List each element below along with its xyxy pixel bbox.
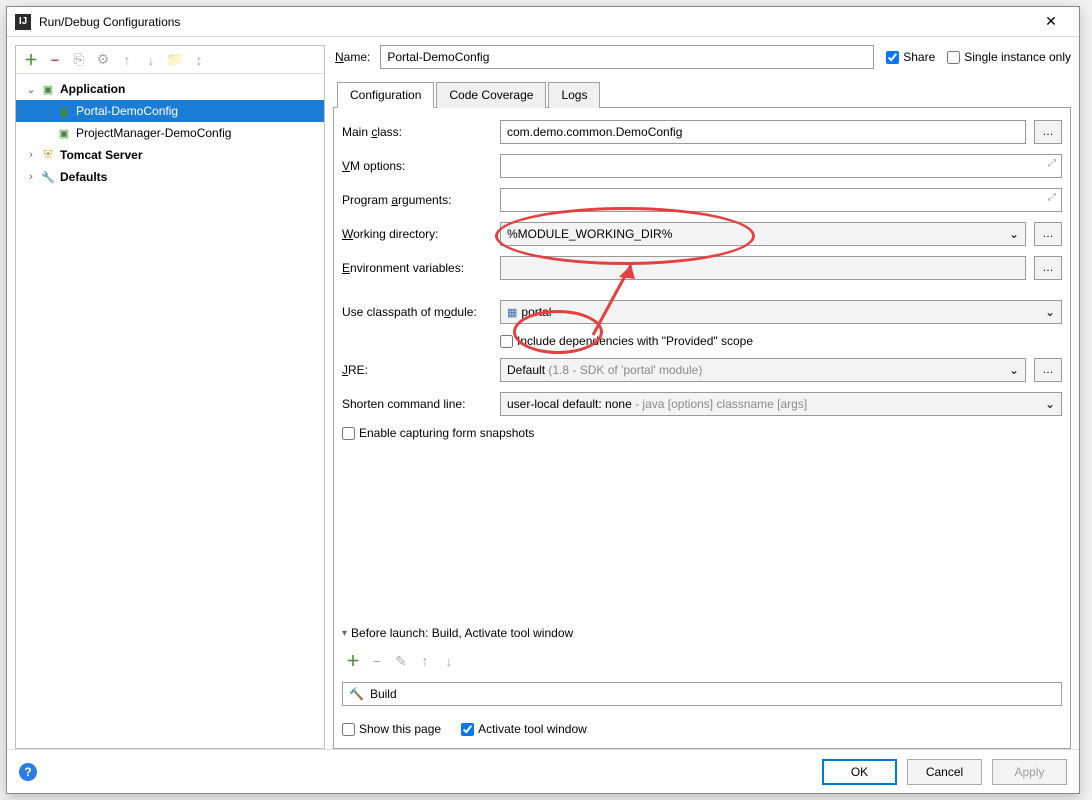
close-button[interactable]: ✕ bbox=[1031, 7, 1071, 37]
tree-item-projectmanager-democonfig[interactable]: ▣ ProjectManager-DemoConfig bbox=[16, 122, 324, 144]
apply-button[interactable]: Apply bbox=[992, 759, 1067, 785]
single-instance-checkbox[interactable]: Single instance only bbox=[945, 50, 1071, 64]
shorten-label: Shorten command line: bbox=[342, 397, 492, 411]
titlebar: IJ Run/Debug Configurations ✕ bbox=[7, 7, 1079, 37]
config-tree: ⌄ ▣ Application ▣ Portal-DemoConfig ▣ Pr… bbox=[16, 74, 324, 748]
name-label: Name: bbox=[333, 50, 370, 64]
chevron-down-icon: ▾ bbox=[342, 628, 347, 639]
folder-button[interactable]: 📁 bbox=[164, 49, 186, 71]
before-add-button[interactable]: ＋ bbox=[342, 650, 364, 672]
tree-node-tomcat[interactable]: › ⛨ Tomcat Server bbox=[16, 144, 324, 166]
working-dir-browse-button[interactable]: … bbox=[1034, 222, 1062, 246]
show-page-checkbox[interactable]: Show this page bbox=[342, 722, 441, 736]
tomcat-icon: ⛨ bbox=[40, 147, 56, 163]
expander-icon: ⌄ bbox=[24, 83, 38, 96]
sort-button[interactable]: ↕ bbox=[188, 49, 210, 71]
window-title: Run/Debug Configurations bbox=[39, 15, 1031, 29]
config-tree-panel: ＋ − ⎘ ⚙ ↑ ↓ 📁 ↕ ⌄ ▣ Application ▣ Portal… bbox=[15, 45, 325, 749]
shorten-select[interactable]: user-local default: none - java [options… bbox=[500, 392, 1062, 416]
activate-window-checkbox[interactable]: Activate tool window bbox=[461, 722, 587, 736]
main-class-browse-button[interactable]: … bbox=[1034, 120, 1062, 144]
tab-logs[interactable]: Logs bbox=[548, 82, 600, 108]
copy-config-button[interactable]: ⎘ bbox=[68, 49, 90, 71]
chevron-down-icon: ⌄ bbox=[1009, 363, 1019, 377]
env-vars-browse-button[interactable]: … bbox=[1034, 256, 1062, 280]
application-icon: ▣ bbox=[40, 81, 56, 97]
save-config-button[interactable]: ⚙ bbox=[92, 49, 114, 71]
config-editor-panel: Name: Share Single instance only Configu… bbox=[333, 45, 1071, 749]
tree-item-portal-democonfig[interactable]: ▣ Portal-DemoConfig bbox=[16, 100, 324, 122]
expander-icon: › bbox=[24, 171, 38, 183]
expander-icon: › bbox=[24, 149, 38, 161]
tree-toolbar: ＋ − ⎘ ⚙ ↑ ↓ 📁 ↕ bbox=[16, 46, 324, 74]
expand-icon[interactable]: ⤢ bbox=[1048, 158, 1056, 169]
remove-config-button[interactable]: − bbox=[44, 49, 66, 71]
ok-button[interactable]: OK bbox=[822, 759, 897, 785]
before-launch-list[interactable]: 🔨 Build bbox=[342, 682, 1062, 706]
tree-node-application[interactable]: ⌄ ▣ Application bbox=[16, 78, 324, 100]
expand-icon[interactable]: ⤢ bbox=[1048, 192, 1056, 203]
include-provided-checkbox[interactable]: Include dependencies with "Provided" sco… bbox=[500, 334, 753, 348]
help-button[interactable]: ? bbox=[19, 763, 37, 781]
dialog-footer: ? OK Cancel Apply bbox=[7, 749, 1079, 793]
cancel-button[interactable]: Cancel bbox=[907, 759, 982, 785]
wrench-icon: 🔧 bbox=[40, 169, 56, 185]
chevron-down-icon: ⌄ bbox=[1045, 305, 1055, 319]
env-vars-label: Environment variables: bbox=[342, 261, 492, 275]
run-config-icon: ▣ bbox=[56, 103, 72, 119]
classpath-module-select[interactable]: ▦portal ⌄ bbox=[500, 300, 1062, 324]
main-class-input[interactable] bbox=[500, 120, 1026, 144]
app-icon: IJ bbox=[15, 14, 31, 30]
share-checkbox[interactable]: Share bbox=[884, 50, 935, 64]
enable-capture-checkbox[interactable]: Enable capturing form snapshots bbox=[342, 426, 534, 440]
program-args-input[interactable] bbox=[500, 188, 1062, 212]
jre-browse-button[interactable]: … bbox=[1034, 358, 1062, 382]
before-remove-button[interactable]: − bbox=[366, 650, 388, 672]
working-dir-select[interactable]: %MODULE_WORKING_DIR% ⌄ bbox=[500, 222, 1026, 246]
move-down-button[interactable]: ↓ bbox=[140, 49, 162, 71]
run-debug-config-dialog: IJ Run/Debug Configurations ✕ ＋ − ⎘ ⚙ ↑ … bbox=[6, 6, 1080, 794]
move-up-button[interactable]: ↑ bbox=[116, 49, 138, 71]
tab-code-coverage[interactable]: Code Coverage bbox=[436, 82, 546, 108]
main-class-label: Main class: bbox=[342, 125, 492, 139]
before-down-button[interactable]: ↓ bbox=[438, 650, 460, 672]
jre-label: JRE: bbox=[342, 363, 492, 377]
program-args-label: Program arguments: bbox=[342, 193, 492, 207]
build-icon: 🔨 bbox=[349, 687, 364, 701]
working-dir-label: Working directory: bbox=[342, 227, 492, 241]
tree-node-defaults[interactable]: › 🔧 Defaults bbox=[16, 166, 324, 188]
vm-options-label: VM options: bbox=[342, 159, 492, 173]
module-icon: ▦ bbox=[507, 307, 517, 319]
run-config-icon: ▣ bbox=[56, 125, 72, 141]
name-input[interactable] bbox=[380, 45, 874, 69]
chevron-down-icon: ⌄ bbox=[1009, 227, 1019, 241]
chevron-down-icon: ⌄ bbox=[1045, 397, 1055, 411]
add-config-button[interactable]: ＋ bbox=[20, 49, 42, 71]
before-edit-button[interactable]: ✎ bbox=[390, 650, 412, 672]
jre-select[interactable]: Default (1.8 - SDK of 'portal' module) ⌄ bbox=[500, 358, 1026, 382]
env-vars-input[interactable] bbox=[500, 256, 1026, 280]
configuration-form: Main class: … VM options: ⤢ Program argu… bbox=[333, 108, 1071, 749]
before-up-button[interactable]: ↑ bbox=[414, 650, 436, 672]
vm-options-input[interactable] bbox=[500, 154, 1062, 178]
config-tabs: Configuration Code Coverage Logs bbox=[333, 81, 1071, 108]
classpath-label: Use classpath of module: bbox=[342, 305, 492, 319]
tab-configuration[interactable]: Configuration bbox=[337, 82, 434, 108]
before-launch-header[interactable]: ▾ Before launch: Build, Activate tool wi… bbox=[342, 626, 1062, 640]
